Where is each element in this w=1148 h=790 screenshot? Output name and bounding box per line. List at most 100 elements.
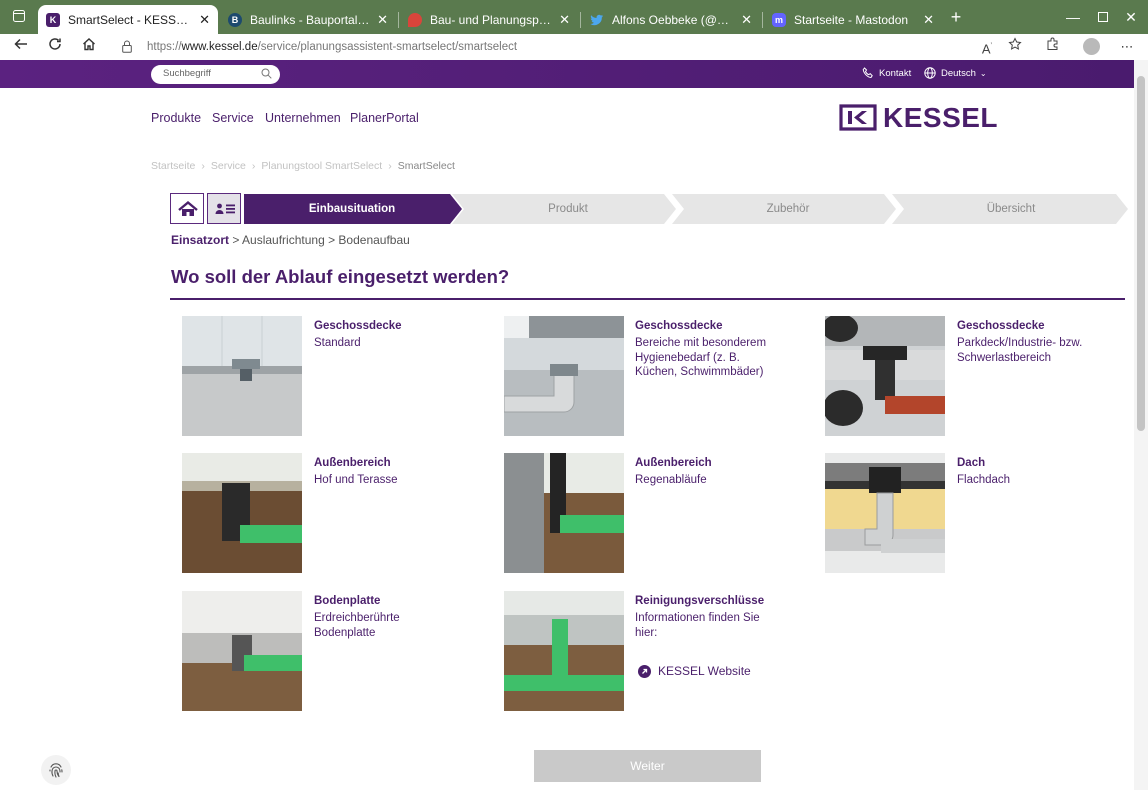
tile-subtitle: Erdreichberührte Bodenplatte — [314, 611, 479, 640]
language-selector[interactable]: Deutsch ⌄ — [924, 67, 987, 79]
breadcrumb-home[interactable]: Startseite — [151, 160, 195, 172]
tile-title[interactable]: Geschossdecke — [314, 320, 402, 332]
close-tab-icon[interactable]: ✕ — [377, 12, 388, 28]
browser-tab-baulinks[interactable]: B Baulinks - Bauportal / Baumagaz ✕ — [220, 5, 396, 34]
nav-produkte[interactable]: Produkte — [151, 111, 201, 125]
wizard-home-button[interactable] — [170, 193, 204, 224]
breadcrumb-service[interactable]: Service — [211, 160, 246, 172]
browser-tab-twitter[interactable]: Alfons Oebbeke (@oebbeke) / Tw ✕ — [582, 5, 760, 34]
close-tab-icon[interactable]: ✕ — [741, 12, 752, 28]
new-tab-icon[interactable]: + — [942, 0, 970, 34]
tab-actions-icon[interactable] — [0, 0, 38, 34]
url-host: www.kessel.de — [181, 41, 258, 53]
tile-title[interactable]: Dach — [957, 457, 985, 469]
kessel-logo-mark-icon — [839, 104, 877, 131]
tile-line: Küchen, Schwimmbäder) — [635, 366, 764, 378]
favorite-add-icon[interactable] — [1004, 36, 1026, 58]
step-uebersicht[interactable]: Übersicht — [902, 194, 1120, 224]
browser-tab-projects[interactable]: Bau- und Planungsprojekte auf B ✕ — [400, 5, 578, 34]
home-icon — [178, 200, 198, 216]
tile-image-reinigungsverschluesse[interactable] — [504, 591, 624, 711]
tile-line: Informationen finden Sie — [635, 612, 760, 624]
kessel-website-link[interactable]: KESSEL Website — [638, 664, 751, 678]
tile-image-geschossdecke-parkdeck[interactable] — [825, 316, 945, 436]
mastodon-favicon-icon: m — [772, 12, 786, 27]
search-placeholder: Suchbegriff — [163, 68, 211, 79]
tile-subtitle: Bereiche mit besonderem Hygienebedarf (z.… — [635, 336, 800, 380]
close-tab-icon[interactable]: ✕ — [559, 12, 570, 28]
more-menu-icon[interactable]: ⋯ — [1116, 36, 1138, 58]
tile-line: hier: — [635, 626, 658, 639]
tile-title[interactable]: Außenbereich — [635, 457, 712, 469]
tab-divider — [580, 12, 581, 28]
breadcrumb-planungstool[interactable]: Planungstool SmartSelect — [261, 160, 382, 172]
close-tab-icon[interactable]: ✕ — [199, 12, 210, 28]
home-icon[interactable] — [76, 34, 102, 60]
browser-tab-mastodon[interactable]: m Startseite - Mastodon ✕ — [764, 5, 942, 34]
browser-tab-smartselect[interactable]: K SmartSelect - KESSEL - Führend i ✕ — [38, 5, 218, 34]
nav-planerportal[interactable]: PlanerPortal — [350, 111, 419, 125]
phone-icon — [862, 67, 873, 79]
external-link-icon — [638, 664, 651, 678]
sub-breadcrumb: Einsatzort > Auslaufrichtung > Bodenaufb… — [171, 233, 410, 247]
language-label: Deutsch — [941, 67, 976, 79]
extensions-icon[interactable] — [1042, 36, 1064, 58]
site-search-input[interactable]: Suchbegriff — [151, 65, 280, 84]
title-divider — [170, 298, 1125, 300]
tab-title: Bau- und Planungsprojekte auf B — [430, 12, 553, 27]
tile-line: Parkdeck/Industrie- bzw. — [957, 337, 1083, 349]
tile-title[interactable]: Reinigungsverschlüsse — [635, 595, 764, 607]
wizard-summary-button[interactable] — [207, 193, 241, 224]
tile-image-geschossdecke-standard[interactable] — [182, 316, 302, 436]
read-aloud-icon[interactable]: Aʼ — [976, 36, 998, 60]
close-tab-icon[interactable]: ✕ — [923, 12, 934, 28]
close-window-icon[interactable]: ✕ — [1108, 0, 1148, 34]
tile-subtitle: Informationen finden Sie hier: — [635, 611, 800, 640]
tile-line: Hygienebedarf (z. B. — [635, 351, 740, 364]
fingerprint-icon — [49, 763, 63, 778]
search-icon[interactable] — [261, 68, 272, 79]
kessel-logo[interactable]: KESSEL — [839, 103, 998, 132]
tile-title[interactable]: Geschossdecke — [957, 320, 1045, 332]
sub-breadcrumb-current: Einsatzort — [171, 233, 230, 247]
tab-title: Baulinks - Bauportal / Baumagaz — [250, 12, 371, 27]
tile-title[interactable]: Geschossdecke — [635, 320, 723, 332]
tile-image-dach-flachdach[interactable] — [825, 453, 945, 573]
tile-image-aussenbereich-regen[interactable] — [504, 453, 624, 573]
tile-image-bodenplatte[interactable] — [182, 591, 302, 711]
back-arrow-icon[interactable] — [8, 34, 34, 60]
url-path: /service/planungsassistent-smartselect/s… — [257, 41, 518, 53]
chevron-down-icon: ⌄ — [979, 68, 987, 78]
next-button[interactable]: Weiter — [534, 750, 761, 782]
step-einbausituation[interactable]: Einbausituation — [244, 194, 460, 224]
tile-line: Flachdach — [957, 474, 1011, 486]
step-produkt[interactable]: Produkt — [462, 194, 674, 224]
tile-image-geschossdecke-hygiene[interactable] — [504, 316, 624, 436]
scrollbar-thumb[interactable] — [1137, 76, 1145, 431]
page-title: Wo soll der Ablauf eingesetzt werden? — [171, 266, 510, 287]
breadcrumb-current: SmartSelect — [397, 160, 455, 172]
tile-title[interactable]: Außenbereich — [314, 457, 391, 469]
twitter-bird-icon — [590, 13, 604, 27]
privacy-settings-button[interactable] — [41, 755, 71, 785]
tile-title[interactable]: Bodenplatte — [314, 595, 380, 607]
tile-line: Erdreichberührte — [314, 612, 400, 624]
sub-breadcrumb-rest: > Auslaufrichtung > Bodenaufbau — [229, 233, 410, 247]
nav-service[interactable]: Service — [212, 111, 254, 125]
browser-tab-bar: K SmartSelect - KESSEL - Führend i ✕ B B… — [0, 0, 1148, 34]
contact-link[interactable]: Kontakt — [862, 67, 911, 79]
tile-subtitle: Standard — [314, 336, 479, 351]
lock-icon[interactable] — [122, 40, 132, 53]
tile-subtitle: Flachdach — [957, 473, 1122, 488]
profile-avatar[interactable] — [1083, 38, 1100, 55]
tile-line: Regenabläufe — [635, 474, 707, 486]
nav-unternehmen[interactable]: Unternehmen — [265, 111, 341, 125]
tile-image-aussenbereich-hof[interactable] — [182, 453, 302, 573]
tab-title: Startseite - Mastodon — [794, 12, 909, 27]
url-field[interactable]: https://www.kessel.de/service/planungsas… — [147, 37, 1067, 57]
tab-title: Alfons Oebbeke (@oebbeke) / Tw — [612, 12, 736, 27]
tile-subtitle: Parkdeck/Industrie- bzw. Schwerlastbereic… — [957, 336, 1122, 365]
step-zubehoer[interactable]: Zubehör — [682, 194, 894, 224]
reload-icon[interactable] — [42, 34, 68, 60]
globe-icon — [924, 67, 936, 79]
